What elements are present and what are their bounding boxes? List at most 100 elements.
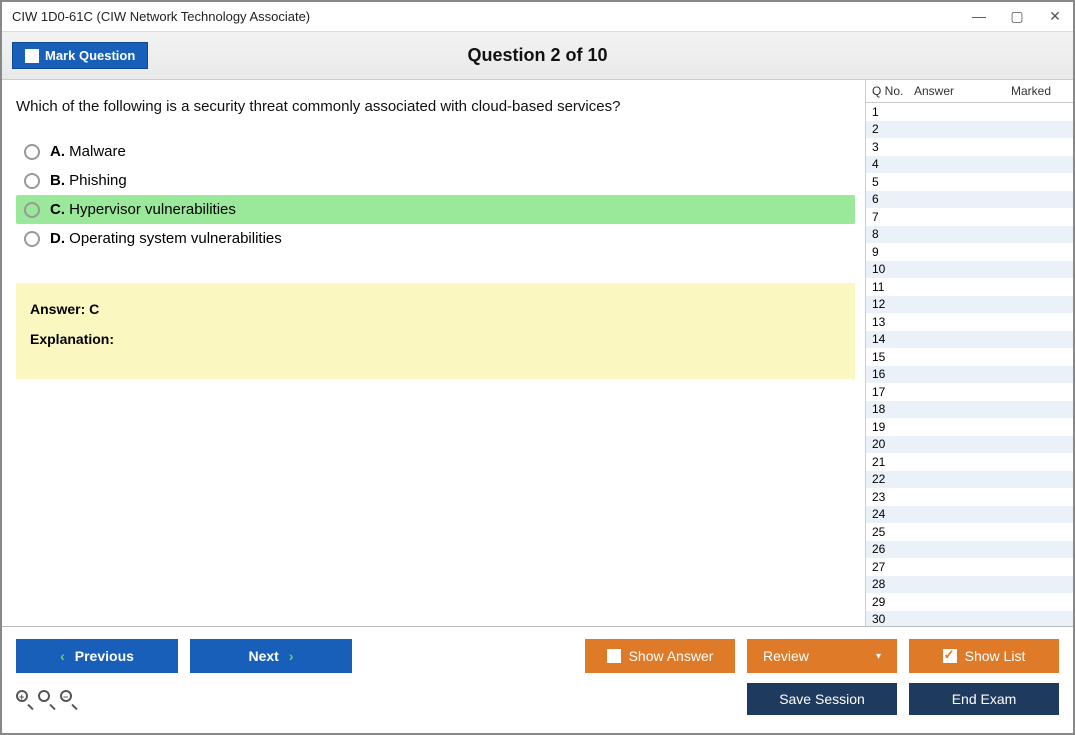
minimize-button[interactable]: — bbox=[971, 8, 987, 25]
col-qno-header: Q No. bbox=[872, 84, 914, 98]
col-marked-header: Marked bbox=[1011, 84, 1071, 98]
side-qno: 1 bbox=[872, 105, 914, 119]
side-qno: 5 bbox=[872, 175, 914, 189]
side-row[interactable]: 10 bbox=[866, 261, 1073, 279]
side-qno: 25 bbox=[872, 525, 914, 539]
side-row[interactable]: 30 bbox=[866, 611, 1073, 627]
side-qno: 7 bbox=[872, 210, 914, 224]
side-row[interactable]: 4 bbox=[866, 156, 1073, 174]
side-row[interactable]: 24 bbox=[866, 506, 1073, 524]
side-qno: 2 bbox=[872, 122, 914, 136]
choice-row-A[interactable]: A. Malware bbox=[16, 137, 855, 166]
side-list[interactable]: 1234567891011121314151617181920212223242… bbox=[866, 103, 1073, 626]
side-row[interactable]: 23 bbox=[866, 488, 1073, 506]
radio-icon bbox=[24, 231, 40, 247]
side-qno: 20 bbox=[872, 437, 914, 451]
choice-row-D[interactable]: D. Operating system vulnerabilities bbox=[16, 224, 855, 253]
close-button[interactable]: ✕ bbox=[1047, 8, 1063, 25]
side-qno: 19 bbox=[872, 420, 914, 434]
side-row[interactable]: 28 bbox=[866, 576, 1073, 594]
side-row[interactable]: 3 bbox=[866, 138, 1073, 156]
explanation-box: Answer: C Explanation: bbox=[16, 283, 855, 379]
side-row[interactable]: 11 bbox=[866, 278, 1073, 296]
side-row[interactable]: 26 bbox=[866, 541, 1073, 559]
side-row[interactable]: 16 bbox=[866, 366, 1073, 384]
choice-row-C[interactable]: C. Hypervisor vulnerabilities bbox=[16, 195, 855, 224]
side-row[interactable]: 9 bbox=[866, 243, 1073, 261]
side-qno: 11 bbox=[872, 280, 914, 294]
side-qno: 21 bbox=[872, 455, 914, 469]
window-controls: — ▢ ✕ bbox=[971, 8, 1063, 25]
checkbox-checked-icon bbox=[943, 649, 957, 663]
side-row[interactable]: 17 bbox=[866, 383, 1073, 401]
end-exam-button[interactable]: End Exam bbox=[909, 683, 1059, 715]
caret-down-icon: ▾ bbox=[876, 651, 881, 662]
side-qno: 28 bbox=[872, 577, 914, 591]
side-row[interactable]: 13 bbox=[866, 313, 1073, 331]
checkbox-icon bbox=[25, 49, 39, 63]
footer: ‹ Previous Next › Show Answer Review ▾ S… bbox=[2, 626, 1073, 731]
previous-label: Previous bbox=[75, 648, 134, 664]
side-row[interactable]: 18 bbox=[866, 401, 1073, 419]
side-row[interactable]: 5 bbox=[866, 173, 1073, 191]
col-answer-header: Answer bbox=[914, 84, 1011, 98]
review-label: Review bbox=[763, 648, 809, 664]
side-qno: 22 bbox=[872, 472, 914, 486]
header: Mark Question Question 2 of 10 bbox=[2, 32, 1073, 80]
save-session-button[interactable]: Save Session bbox=[747, 683, 897, 715]
zoom-reset-icon[interactable] bbox=[38, 690, 56, 708]
side-qno: 10 bbox=[872, 262, 914, 276]
choice-letter: B. bbox=[50, 172, 65, 189]
side-qno: 9 bbox=[872, 245, 914, 259]
choice-text: Phishing bbox=[69, 172, 127, 189]
choice-row-B[interactable]: B. Phishing bbox=[16, 166, 855, 195]
zoom-out-icon[interactable]: − bbox=[60, 690, 78, 708]
explanation-label: Explanation: bbox=[30, 331, 841, 347]
mark-question-label: Mark Question bbox=[45, 48, 135, 63]
side-row[interactable]: 14 bbox=[866, 331, 1073, 349]
side-qno: 6 bbox=[872, 192, 914, 206]
side-qno: 4 bbox=[872, 157, 914, 171]
window-title: CIW 1D0-61C (CIW Network Technology Asso… bbox=[12, 9, 310, 24]
choice-letter: C. bbox=[50, 201, 65, 218]
side-qno: 3 bbox=[872, 140, 914, 154]
choice-letter: A. bbox=[50, 143, 65, 160]
side-row[interactable]: 2 bbox=[866, 121, 1073, 139]
show-list-button[interactable]: Show List bbox=[909, 639, 1059, 673]
side-row[interactable]: 19 bbox=[866, 418, 1073, 436]
titlebar: CIW 1D0-61C (CIW Network Technology Asso… bbox=[2, 2, 1073, 32]
next-button[interactable]: Next › bbox=[190, 639, 352, 673]
side-qno: 18 bbox=[872, 402, 914, 416]
side-row[interactable]: 1 bbox=[866, 103, 1073, 121]
show-answer-button[interactable]: Show Answer bbox=[585, 639, 735, 673]
mark-question-button[interactable]: Mark Question bbox=[12, 42, 148, 69]
side-qno: 29 bbox=[872, 595, 914, 609]
zoom-in-icon[interactable]: + bbox=[16, 690, 34, 708]
previous-button[interactable]: ‹ Previous bbox=[16, 639, 178, 673]
side-row[interactable]: 25 bbox=[866, 523, 1073, 541]
side-row[interactable]: 22 bbox=[866, 471, 1073, 489]
side-qno: 12 bbox=[872, 297, 914, 311]
checkbox-icon bbox=[607, 649, 621, 663]
footer-row-2: + − Save Session End Exam bbox=[16, 683, 1059, 715]
side-qno: 23 bbox=[872, 490, 914, 504]
side-row[interactable]: 7 bbox=[866, 208, 1073, 226]
chevron-left-icon: ‹ bbox=[60, 648, 65, 664]
side-row[interactable]: 20 bbox=[866, 436, 1073, 454]
review-button[interactable]: Review ▾ bbox=[747, 639, 897, 673]
maximize-button[interactable]: ▢ bbox=[1009, 8, 1025, 25]
question-counter: Question 2 of 10 bbox=[2, 45, 1073, 66]
side-qno: 27 bbox=[872, 560, 914, 574]
side-qno: 8 bbox=[872, 227, 914, 241]
body: Which of the following is a security thr… bbox=[2, 80, 1073, 626]
side-row[interactable]: 27 bbox=[866, 558, 1073, 576]
zoom-controls: + − bbox=[16, 690, 78, 708]
side-row[interactable]: 6 bbox=[866, 191, 1073, 209]
side-row[interactable]: 12 bbox=[866, 296, 1073, 314]
side-row[interactable]: 15 bbox=[866, 348, 1073, 366]
side-qno: 16 bbox=[872, 367, 914, 381]
side-row[interactable]: 8 bbox=[866, 226, 1073, 244]
side-row[interactable]: 29 bbox=[866, 593, 1073, 611]
choice-text: Malware bbox=[69, 143, 126, 160]
side-row[interactable]: 21 bbox=[866, 453, 1073, 471]
